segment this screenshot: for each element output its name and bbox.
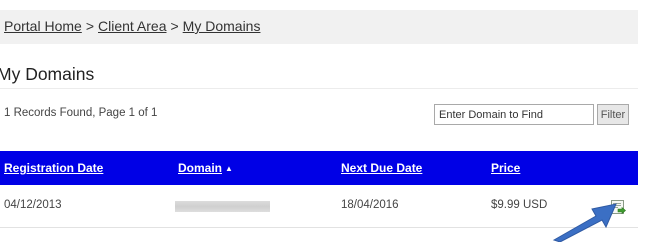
breadcrumb-separator: > — [85, 18, 94, 34]
column-price[interactable]: Price — [491, 161, 520, 175]
breadcrumb: Portal Home > Client Area > My Domains — [4, 18, 260, 34]
breadcrumb-separator: > — [170, 18, 179, 34]
cell-next-due-date: 18/04/2016 — [341, 199, 399, 211]
column-registration-date-label: Registration Date — [4, 161, 104, 175]
page-title: My Domains — [0, 64, 95, 84]
column-next-due-date-label: Next Due Date — [341, 161, 423, 175]
cell-domain-redacted — [175, 201, 270, 212]
table-header: Registration Date Domain ▲ Next Due Date … — [0, 151, 638, 185]
pointer-arrow-icon — [552, 203, 617, 242]
cell-registration-date: 04/12/2013 — [4, 199, 62, 211]
column-domain[interactable]: Domain ▲ — [178, 161, 233, 175]
breadcrumb-portal-home[interactable]: Portal Home — [4, 18, 82, 34]
filter-button[interactable]: Filter — [597, 104, 629, 125]
breadcrumb-client-area[interactable]: Client Area — [98, 18, 166, 34]
title-divider — [0, 88, 638, 89]
column-domain-label: Domain — [178, 161, 223, 175]
cell-price: $9.99 USD — [491, 199, 548, 211]
column-next-due-date[interactable]: Next Due Date — [341, 161, 422, 175]
table-row: 04/12/2013 18/04/2016 $9.99 USD — [0, 185, 638, 228]
sort-ascending-icon: ▲ — [225, 164, 233, 173]
column-price-label: Price — [491, 161, 521, 175]
column-registration-date[interactable]: Registration Date — [4, 161, 103, 175]
domain-search-input[interactable] — [434, 104, 594, 125]
records-count: 1 Records Found, Page 1 of 1 — [4, 107, 158, 119]
breadcrumb-my-domains[interactable]: My Domains — [183, 18, 261, 34]
breadcrumb-bar: Portal Home > Client Area > My Domains — [0, 10, 638, 44]
